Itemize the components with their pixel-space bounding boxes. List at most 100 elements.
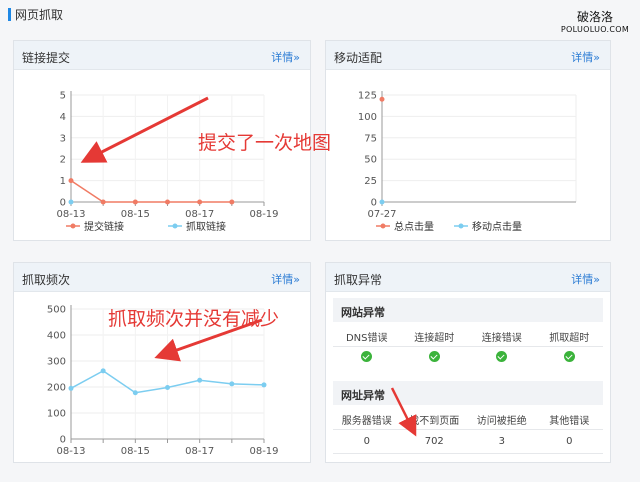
legend-label: 总点击量 bbox=[394, 220, 434, 233]
divider bbox=[333, 429, 603, 430]
data-point bbox=[165, 199, 170, 205]
url-error-values-row: 0 702 3 0 bbox=[333, 436, 603, 447]
site-error-title: 网站异常 bbox=[341, 306, 385, 319]
y-tick-label: 100 bbox=[47, 409, 66, 420]
page-title: 网页抓取 bbox=[15, 8, 64, 22]
y-tick-label: 0 bbox=[60, 435, 66, 446]
details-link[interactable]: 详情» bbox=[571, 49, 600, 65]
data-point bbox=[100, 199, 106, 205]
data-point bbox=[68, 178, 74, 184]
url-error-value-server[interactable]: 0 bbox=[333, 436, 401, 447]
status-cell bbox=[401, 351, 469, 365]
legend-label: 移动点击量 bbox=[472, 220, 522, 233]
check-icon bbox=[496, 351, 508, 362]
data-point bbox=[165, 385, 170, 391]
y-tick-label: 300 bbox=[47, 357, 66, 368]
y-tick-label: 100 bbox=[358, 112, 377, 123]
card-header: 抓取频次 详情» bbox=[14, 263, 310, 292]
details-link[interactable]: 详情» bbox=[271, 49, 300, 65]
crawl-error-card: 抓取异常 详情» 网站异常 DNS错误 连接超时 连接错误 抓取超时 网址异常 … bbox=[325, 262, 611, 463]
site-error-columns: DNS错误 连接超时 连接错误 抓取超时 bbox=[333, 329, 603, 344]
data-point bbox=[379, 199, 385, 205]
y-tick-label: 0 bbox=[371, 198, 377, 209]
data-point bbox=[68, 385, 74, 391]
url-error-value-denied[interactable]: 3 bbox=[468, 436, 536, 447]
card-header: 移动适配 详情» bbox=[326, 41, 610, 70]
data-point bbox=[229, 381, 235, 387]
x-tick-label: 08-19 bbox=[249, 446, 278, 457]
status-cell bbox=[468, 351, 536, 365]
mobile-clicks-chart: 0 25 50 75 100 125 07-27总点击量 移动点击量 bbox=[358, 91, 577, 233]
y-tick-label: 1 bbox=[60, 176, 66, 187]
status-cell bbox=[333, 351, 401, 365]
site-error-col-crawl-timeout: 抓取超时 bbox=[549, 333, 590, 344]
card-title: 抓取异常 bbox=[334, 273, 383, 287]
x-tick-label: 08-15 bbox=[121, 209, 150, 220]
section-accent-bar bbox=[8, 8, 11, 21]
x-tick-label: 08-17 bbox=[185, 446, 214, 457]
url-error-value-not-found[interactable]: 702 bbox=[401, 436, 469, 447]
y-tick-label: 50 bbox=[364, 155, 377, 166]
legend-swatch-dot bbox=[458, 223, 464, 229]
data-point bbox=[197, 377, 203, 383]
data-point bbox=[100, 368, 106, 374]
x-tick-label: 08-13 bbox=[56, 209, 85, 220]
watermark-text: 破洛洛 bbox=[576, 10, 613, 24]
x-tick-label: 07-27 bbox=[367, 209, 396, 220]
legend-label: 提交链接 bbox=[84, 220, 124, 233]
url-error-value-other[interactable]: 0 bbox=[536, 436, 604, 447]
legend-label: 抓取链接 bbox=[186, 220, 226, 233]
data-point bbox=[379, 96, 385, 102]
check-icon bbox=[428, 351, 440, 362]
x-tick-label: 08-13 bbox=[56, 446, 85, 457]
annotation-text: 抓取频次并没有减少 bbox=[108, 308, 280, 330]
site-error-header: 网站异常 bbox=[333, 298, 603, 322]
crawl-frequency-card: 抓取频次 详情» 0 100 200 300 400 500 08-13 08-15 08-17… bbox=[13, 262, 311, 463]
check-icon bbox=[361, 351, 373, 362]
data-point bbox=[197, 199, 203, 205]
card-title: 移动适配 bbox=[334, 51, 383, 65]
y-tick-label: 400 bbox=[47, 331, 66, 342]
check-icon bbox=[563, 351, 575, 362]
data-point bbox=[229, 199, 235, 205]
url-error-col-server: 服务器错误 bbox=[341, 416, 392, 427]
card-header: 链接提交 详情» bbox=[14, 41, 310, 70]
y-tick-label: 0 bbox=[60, 198, 66, 209]
url-error-columns: 服务器错误 找不到页面 访问被拒绝 其他错误 bbox=[333, 412, 603, 427]
url-error-col-other: 其他错误 bbox=[549, 416, 590, 427]
site-error-status-row bbox=[333, 351, 603, 365]
y-tick-label: 200 bbox=[47, 383, 66, 394]
y-tick-label: 2 bbox=[60, 155, 66, 166]
data-point bbox=[132, 199, 138, 205]
legend-swatch-dot bbox=[380, 223, 386, 229]
y-tick-label: 5 bbox=[60, 91, 66, 102]
x-tick-label: 08-15 bbox=[121, 446, 150, 457]
data-point bbox=[261, 382, 267, 388]
watermark-logo: 破洛洛 POLUOLUO.COM bbox=[560, 8, 630, 34]
url-error-col-not-found: 找不到页面 bbox=[409, 416, 460, 427]
link-submit-chart: 0 1 2 3 4 5 08-13 08-15 08-17 08-19 提交链接 抓取链接 bbox=[56, 91, 278, 234]
page-header: 网页抓取 bbox=[0, 0, 560, 30]
details-link[interactable]: 详情» bbox=[271, 271, 300, 287]
site-error-col-connect-timeout: 连接超时 bbox=[414, 333, 455, 344]
details-link[interactable]: 详情» bbox=[571, 271, 600, 287]
url-error-header: 网址异常 bbox=[333, 381, 603, 405]
data-point bbox=[68, 199, 74, 205]
x-tick-label: 08-17 bbox=[185, 209, 214, 220]
divider bbox=[333, 453, 603, 454]
legend-swatch-dot bbox=[70, 223, 76, 229]
data-point bbox=[132, 390, 138, 396]
x-tick-label: 08-19 bbox=[249, 209, 278, 220]
site-error-col-dns: DNS错误 bbox=[345, 333, 388, 344]
card-header: 抓取异常 详情» bbox=[326, 263, 610, 292]
card-title: 抓取频次 bbox=[22, 273, 71, 287]
url-error-col-denied: 访问被拒绝 bbox=[476, 416, 527, 427]
site-error-col-connect-error: 连接错误 bbox=[481, 333, 522, 344]
y-tick-label: 4 bbox=[60, 112, 66, 123]
divider bbox=[333, 346, 603, 347]
series-line bbox=[70, 179, 232, 203]
watermark-domain: POLUOLUO.COM bbox=[560, 25, 630, 34]
y-tick-label: 3 bbox=[60, 133, 66, 144]
y-tick-label: 75 bbox=[364, 133, 377, 144]
y-tick-label: 500 bbox=[47, 305, 66, 316]
